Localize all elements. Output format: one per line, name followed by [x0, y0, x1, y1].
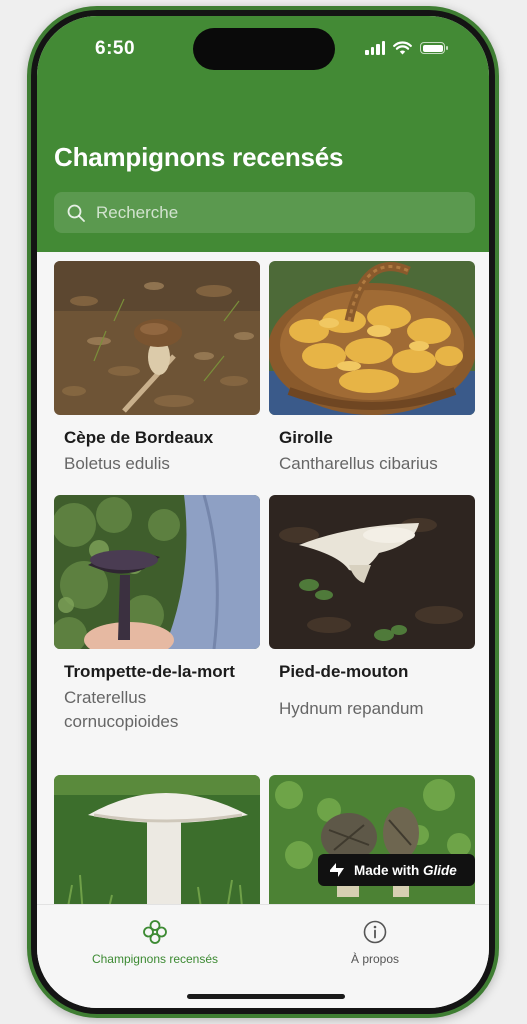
tab-label: À propos: [350, 952, 400, 966]
page-title: Champignons recensés: [54, 142, 344, 172]
made-with-glide-badge[interactable]: Made with Glide: [318, 854, 475, 886]
app-header: 6:50 Champignons recensés: [37, 16, 489, 252]
black-trumpet-photo: [54, 495, 260, 649]
card-latin-name: Craterellus cornucopioides: [64, 688, 179, 731]
app-screen: 6:50 Champignons recensés Recherche Cèpe…: [37, 16, 489, 1008]
porcini-mushroom-photo: [54, 261, 260, 415]
status-icons: [365, 41, 448, 55]
mushroom-card[interactable]: Trompette-de-la-mort Craterellus cornuco…: [54, 495, 260, 734]
dynamic-island: [193, 28, 335, 70]
card-name: Pied-de-mouton: [279, 662, 409, 681]
mushroom-grid: Cèpe de Bordeaux Boletus edulis Girolle …: [37, 252, 489, 904]
white-mushroom-photo: [54, 775, 260, 904]
card-name: Girolle: [279, 428, 333, 447]
search-bar[interactable]: [54, 192, 475, 233]
card-latin-name: Cantharellus cibarius: [279, 454, 438, 473]
bottom-tab-bar: Champignons recensés À propos: [37, 904, 489, 1008]
search-icon: [67, 204, 85, 222]
lightning-icon: [330, 863, 344, 877]
mushroom-card[interactable]: Girolle Cantharellus cibarius: [269, 261, 475, 476]
mushroom-card[interactable]: Cèpe de Bordeaux Boletus edulis: [54, 261, 260, 476]
card-name: Cèpe de Bordeaux: [64, 428, 214, 447]
home-indicator: [187, 994, 345, 999]
badge-text: Made with: [354, 862, 420, 878]
card-latin-name: Hydnum repandum: [279, 699, 424, 718]
card-latin-name: Boletus edulis: [64, 454, 170, 473]
info-circle-icon: [363, 920, 387, 944]
wifi-icon: [393, 41, 412, 55]
status-time: 6:50: [95, 38, 136, 59]
mushroom-cluster-icon: [143, 920, 167, 944]
cellular-signal-icon: [365, 41, 385, 55]
battery-icon: [420, 42, 448, 54]
tab-label: Champignons recensés: [91, 952, 219, 966]
hedgehog-mushroom-photo: [269, 495, 475, 649]
mushroom-card[interactable]: Pied-de-mouton Hydnum repandum: [269, 495, 475, 721]
badge-brand: Glide: [423, 862, 457, 878]
mushroom-card[interactable]: [54, 775, 260, 904]
card-name: Trompette-de-la-mort: [64, 662, 235, 681]
search-input[interactable]: [94, 201, 458, 224]
tab-champignons[interactable]: Champignons recensés: [85, 919, 225, 966]
tab-a-propos[interactable]: À propos: [320, 919, 430, 966]
chanterelle-basket-photo: [269, 261, 475, 415]
